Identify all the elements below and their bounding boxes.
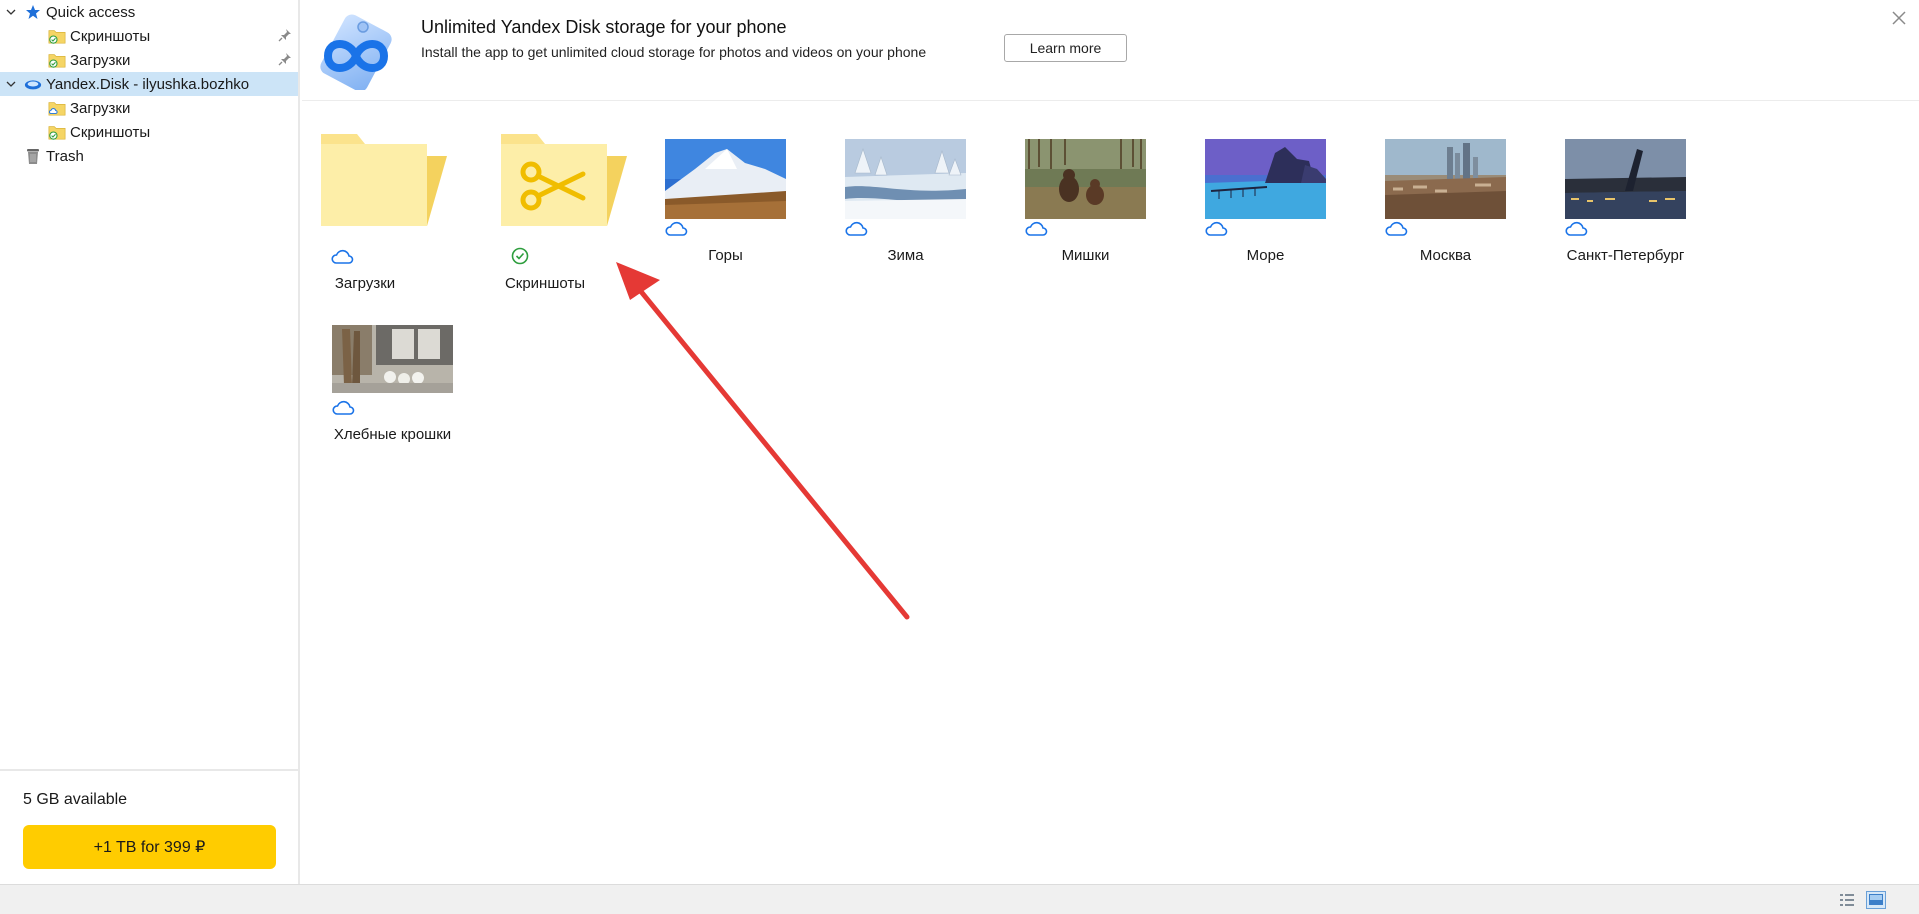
cloud-icon xyxy=(331,247,354,264)
storage-available-text: 5 GB available xyxy=(23,791,128,808)
pin-icon[interactable] xyxy=(278,28,292,42)
promo-banner: Unlimited Yandex Disk storage for your p… xyxy=(302,0,1919,101)
item-label: Загрузки xyxy=(334,275,396,292)
photo-thumbnail xyxy=(1565,139,1686,219)
cloud-icon xyxy=(332,398,355,415)
sidebar-item-label: Скриншоты xyxy=(70,27,151,45)
sidebar-item-label: Скриншоты xyxy=(70,123,151,141)
photo-thumbnail xyxy=(332,325,453,393)
folder-icon xyxy=(319,130,449,230)
photo-tile-bears[interactable]: Мишки xyxy=(1025,139,1175,289)
photo-thumbnail xyxy=(845,139,966,219)
sidebar-item-downloads-quick[interactable]: Загрузки xyxy=(0,48,298,72)
upgrade-storage-button[interactable]: +1 TB for 399 ₽ xyxy=(23,825,276,869)
cloud-icon xyxy=(665,219,688,236)
banner-title: Unlimited Yandex Disk storage for your p… xyxy=(421,17,787,37)
photo-tile-saint-petersburg[interactable]: Санкт-Петербург xyxy=(1565,139,1715,289)
sidebar-item-yandex-disk[interactable]: Yandex.Disk - ilyushka.bozhko xyxy=(0,72,298,96)
folder-cloud-icon xyxy=(48,99,66,117)
cloud-icon xyxy=(845,219,868,236)
photo-thumbnail xyxy=(1205,139,1326,219)
sidebar-item-screenshots-quick[interactable]: Скриншоты xyxy=(0,24,298,48)
chevron-down-icon[interactable] xyxy=(4,77,18,91)
folder-scissors-icon xyxy=(499,130,629,230)
photo-tile-winter[interactable]: Зима xyxy=(845,139,995,289)
folder-synced-icon xyxy=(48,27,66,45)
yandex-disk-icon xyxy=(24,75,42,93)
photo-tile-moscow[interactable]: Москва xyxy=(1385,139,1535,289)
large-icons-view-icon[interactable] xyxy=(1866,891,1886,909)
learn-more-button[interactable]: Learn more xyxy=(1004,34,1127,62)
folder-synced-icon xyxy=(48,123,66,141)
item-label: Море xyxy=(1246,247,1285,264)
sidebar: Quick access Скриншоты Загрузки Yandex.D… xyxy=(0,0,300,884)
sidebar-item-quick-access[interactable]: Quick access xyxy=(0,0,298,24)
folder-tile-downloads[interactable]: Загрузки xyxy=(275,130,447,292)
sidebar-item-label: Загрузки xyxy=(70,51,131,69)
cloud-icon xyxy=(1025,219,1048,236)
photo-tile-sea[interactable]: Море xyxy=(1205,139,1355,289)
star-icon xyxy=(24,3,42,21)
folder-tile-screenshots[interactable]: Скриншоты xyxy=(455,130,627,292)
sidebar-item-downloads[interactable]: Загрузки xyxy=(0,96,298,120)
details-view-icon[interactable] xyxy=(1837,891,1857,909)
banner-subtitle: Install the app to get unlimited cloud s… xyxy=(421,44,927,60)
sidebar-item-label: Quick access xyxy=(46,3,136,21)
close-icon[interactable] xyxy=(1891,10,1907,26)
pin-icon[interactable] xyxy=(278,52,292,66)
synced-check-icon xyxy=(511,247,533,265)
photo-thumbnail xyxy=(665,139,786,219)
folder-synced-icon xyxy=(48,51,66,69)
item-label: Горы xyxy=(708,247,743,264)
sidebar-item-trash[interactable]: Trash xyxy=(0,144,298,168)
cloud-icon xyxy=(1205,219,1228,236)
sidebar-item-screenshots[interactable]: Скриншоты xyxy=(0,120,298,144)
item-label: Скриншоты xyxy=(504,275,586,292)
sidebar-item-label: Загрузки xyxy=(70,99,131,117)
chevron-down-icon[interactable] xyxy=(4,5,18,19)
storage-panel: 5 GB available +1 TB for 399 ₽ xyxy=(0,769,298,884)
item-label: Зима xyxy=(887,247,924,264)
cloud-icon xyxy=(1385,219,1408,236)
yandex-disk-unlimited-logo xyxy=(316,10,396,92)
item-label: Хлебные крошки xyxy=(333,426,452,443)
trash-icon xyxy=(24,147,42,165)
item-label: Москва xyxy=(1419,247,1472,264)
item-label: Мишки xyxy=(1061,247,1110,264)
yandex-disk-window: Quick access Скриншоты Загрузки Yandex.D… xyxy=(0,0,1919,914)
file-grid: Загрузки Скриншоты Горы Зима Мишки Море … xyxy=(302,102,1919,884)
item-label: Санкт-Петербург xyxy=(1566,247,1685,264)
photo-tile-mountains[interactable]: Горы xyxy=(665,139,815,289)
cloud-icon xyxy=(1565,219,1588,236)
photo-tile-breadcrumbs[interactable]: Хлебные крошки xyxy=(332,325,482,475)
sidebar-item-label: Yandex.Disk - ilyushka.bozhko xyxy=(46,75,250,93)
photo-thumbnail xyxy=(1385,139,1506,219)
sidebar-item-label: Trash xyxy=(46,147,84,165)
photo-thumbnail xyxy=(1025,139,1146,219)
navigation-tree: Quick access Скриншоты Загрузки Yandex.D… xyxy=(0,0,298,168)
status-bar xyxy=(0,884,1919,914)
